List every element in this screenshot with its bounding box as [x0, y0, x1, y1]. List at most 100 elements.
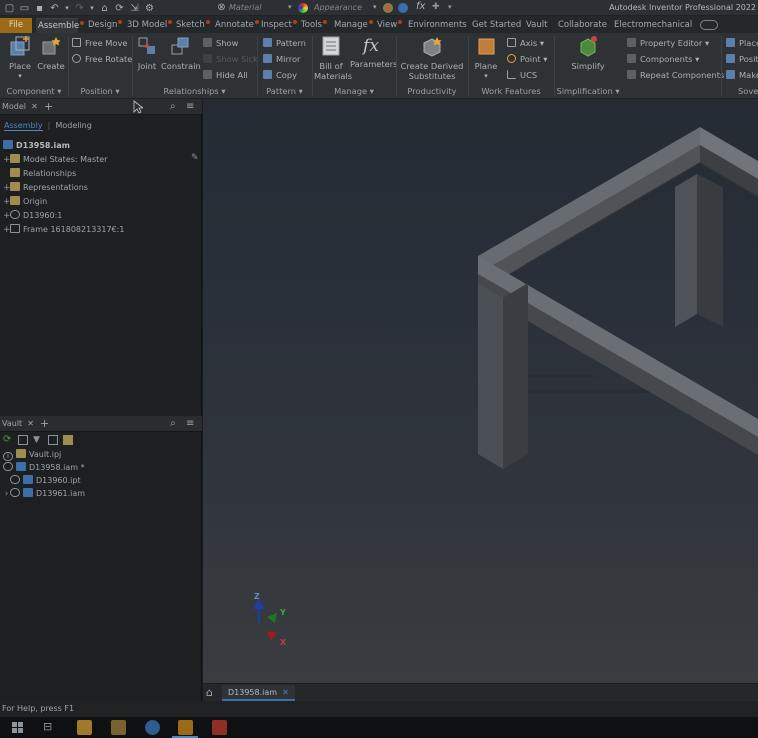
plane-dropdown-icon[interactable]: ▾	[472, 71, 500, 81]
copy-button[interactable]: Copy	[263, 69, 297, 81]
measure-icon[interactable]: ⚙	[144, 3, 155, 14]
create-button[interactable]: Create	[37, 35, 65, 71]
document-tab[interactable]: D13958.iam ✕	[222, 685, 295, 701]
save-icon[interactable]: ▪	[34, 3, 45, 14]
go-to-folder-icon[interactable]	[48, 435, 58, 445]
home-icon[interactable]: ⌂	[99, 3, 110, 14]
expand-icon[interactable]: ›	[3, 488, 10, 501]
redo-icon[interactable]: ↷	[74, 3, 85, 14]
free-rotate-button[interactable]: Free Rotate	[72, 53, 132, 65]
menu-icon[interactable]: ≡	[186, 101, 194, 112]
tab-collaborate[interactable]: Collaborate	[556, 18, 609, 33]
graphics-viewport[interactable]: Z Y X	[203, 99, 758, 701]
help-app-icon[interactable]	[145, 720, 160, 735]
pattern-group-label[interactable]: Pattern ▾	[257, 86, 312, 97]
hide-all-button[interactable]: Hide All	[203, 69, 248, 81]
tree-item-part[interactable]: + D13960:1	[3, 209, 62, 222]
components-button[interactable]: Components ▾	[627, 53, 699, 65]
assembly-subtab[interactable]: Assembly	[4, 121, 43, 131]
constrain-button[interactable]: Constrain	[161, 35, 201, 71]
tab-environments[interactable]: Environments	[406, 18, 469, 33]
tree-root[interactable]: D13958.iam	[3, 139, 70, 152]
tree-item-representations[interactable]: + Representations	[3, 181, 88, 194]
menu-icon[interactable]: ≡	[186, 418, 194, 429]
clear-appearance-icon[interactable]	[383, 3, 393, 13]
tree-view-icon[interactable]	[18, 435, 28, 445]
undo-dropdown-icon[interactable]: ▾	[64, 3, 70, 14]
vault-item-assembly[interactable]: D13958.iam *	[3, 461, 85, 474]
redo-dropdown-icon[interactable]: ▾	[89, 3, 95, 14]
add-tab-icon[interactable]: +	[40, 417, 49, 430]
fx-icon[interactable]: fx	[416, 1, 425, 12]
start-menu-icon[interactable]	[12, 722, 23, 733]
position-group-label[interactable]: Position ▾	[68, 86, 132, 97]
plane-button[interactable]: Plane ▾	[472, 35, 500, 81]
tab-assemble[interactable]: Assemble	[36, 18, 85, 33]
refresh-icon[interactable]: ⟳	[3, 435, 13, 445]
tree-item-origin[interactable]: + Origin	[3, 195, 47, 208]
vault-client-icon[interactable]	[111, 720, 126, 735]
expand-icon[interactable]: +	[3, 154, 11, 167]
undo-icon[interactable]: ↶	[49, 3, 60, 14]
tab-get-started[interactable]: Get Started	[470, 18, 523, 33]
add-icon[interactable]: ✚	[432, 2, 440, 12]
close-tab-icon[interactable]: ✕	[282, 688, 289, 697]
update-icon[interactable]: ⟳	[114, 3, 125, 14]
snagit-app-icon[interactable]	[212, 720, 227, 735]
checkout-icon[interactable]	[63, 435, 73, 445]
joint-button[interactable]: Joint	[135, 35, 159, 71]
material-selector[interactable]: Material	[229, 2, 262, 14]
ribbon-display-icon[interactable]	[700, 20, 718, 30]
vault-item-project[interactable]: i Vault.ipj	[3, 448, 61, 461]
pattern-button[interactable]: Pattern	[263, 37, 306, 49]
search-icon[interactable]: ⌕	[170, 418, 176, 429]
vault-item-part[interactable]: D13960.ipt	[3, 474, 81, 487]
parameters-button[interactable]: fx Parameters	[350, 35, 398, 69]
tab-manage[interactable]: Manage	[332, 18, 375, 33]
mirror-button[interactable]: Mirror	[263, 53, 300, 65]
open-icon[interactable]: ▭	[19, 3, 30, 14]
make-frame-button[interactable]: Make	[726, 69, 758, 81]
tab-file[interactable]: File	[0, 18, 32, 33]
edit-pencil-icon[interactable]: ✎	[191, 153, 199, 163]
home-icon[interactable]: ⌂	[206, 686, 213, 699]
place-frame-button[interactable]: Place	[726, 37, 758, 49]
tab-vault[interactable]: Vault	[524, 18, 549, 33]
tab-design[interactable]: Design	[86, 18, 124, 33]
tab-annotate[interactable]: Annotate	[213, 18, 261, 33]
position-frame-button[interactable]: Positi	[726, 53, 758, 65]
appearance-selector[interactable]: Appearance	[314, 2, 362, 14]
component-group-label[interactable]: Component ▾	[0, 86, 68, 97]
free-move-button[interactable]: Free Move	[72, 37, 128, 49]
tab-view[interactable]: View	[375, 18, 404, 33]
show-button[interactable]: Show	[203, 37, 238, 49]
new-icon[interactable]: ▢	[4, 3, 15, 14]
tree-item-model-states[interactable]: + Model States: Master	[3, 153, 107, 166]
task-view-icon[interactable]: ⊟	[43, 720, 52, 733]
bill-of-materials-button[interactable]: Bill of Materials	[314, 35, 352, 81]
property-editor-button[interactable]: Property Editor ▾	[627, 37, 709, 49]
model-tab[interactable]: Model ✕	[2, 101, 38, 113]
place-button[interactable]: Place ▾	[4, 35, 36, 81]
customize-dropdown-icon[interactable]: ▾	[448, 3, 452, 11]
search-icon[interactable]: ⌕	[170, 101, 176, 112]
point-button[interactable]: Point ▾	[507, 53, 547, 65]
filter-icon[interactable]: ▼	[33, 435, 43, 445]
tab-inspect[interactable]: Inspect	[259, 18, 299, 33]
appearance-dropdown-icon[interactable]: ▾	[373, 3, 377, 11]
file-explorer-icon[interactable]	[77, 720, 92, 735]
expand-icon[interactable]: +	[3, 196, 11, 209]
tree-item-relationships[interactable]: Relationships	[3, 167, 76, 180]
expand-icon[interactable]: +	[3, 182, 11, 195]
expand-icon[interactable]: +	[3, 210, 11, 223]
vault-item-subassembly[interactable]: › D13961.iam	[3, 487, 85, 500]
inventor-app-icon[interactable]	[178, 720, 193, 735]
relationships-group-label[interactable]: Relationships ▾	[132, 86, 257, 97]
tree-item-frame[interactable]: + Frame 161808213317€:1	[3, 223, 124, 236]
select-icon[interactable]: ⇲	[129, 3, 140, 14]
tab-sketch[interactable]: Sketch	[174, 18, 212, 33]
simplification-group-label[interactable]: Simplification ▾	[554, 86, 622, 97]
adjust-icon[interactable]	[398, 3, 408, 13]
create-derived-substitutes-button[interactable]: Create Derived Substitutes	[400, 35, 464, 81]
tab-tools[interactable]: Tools	[299, 18, 329, 33]
